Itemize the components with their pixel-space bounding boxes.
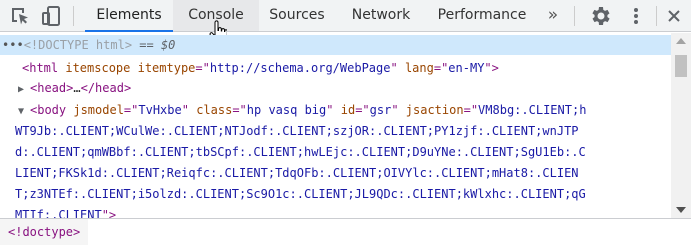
tag-name: <html [22, 61, 59, 75]
tag-close: </head> [80, 81, 132, 95]
attr-name: itemscope [58, 61, 131, 75]
jsaction-value-line: T;z3NTEf:.CLIENT;i5olzd:.CLIENT;Sc9O1c:.… [15, 187, 586, 201]
attr-eq: =" [433, 61, 449, 75]
tab-label: Elements [96, 7, 162, 23]
tab-network[interactable]: Network [335, 0, 427, 31]
tab-label: Sources [269, 7, 325, 23]
tree-node-body[interactable]: ▼ <body jsmodel="TvHxbe" class="hp vasq b… [18, 100, 586, 120]
attr-eq: =" [123, 103, 139, 117]
attr-value: hp vasq big [246, 103, 327, 117]
tree-node-html[interactable]: <html itemscope itemtype="http://schema.… [22, 58, 499, 78]
close-icon[interactable] [662, 4, 686, 28]
kebab-menu-icon[interactable] [624, 4, 648, 28]
attr-name: jsmodel [66, 103, 124, 117]
attr-name: class [188, 103, 233, 117]
devtools-toolbar: Elements Console Sources Network Perform… [0, 0, 691, 32]
attr-name: lang [397, 61, 434, 75]
tag-name: <body [30, 103, 67, 117]
scrollbar-thumb[interactable] [675, 55, 687, 77]
tag-close: "> [484, 61, 499, 75]
elements-dom-tree: •••<!DOCTYPE html> == $0 <html itemscope… [0, 33, 671, 218]
doctype-text: <!DOCTYPE html> [23, 38, 133, 52]
device-toggle-icon[interactable] [39, 4, 63, 28]
attr-name: itemtype [130, 61, 196, 75]
gear-icon[interactable] [589, 4, 613, 28]
attr-value: gsr [369, 103, 392, 117]
inspect-element-icon[interactable] [8, 4, 32, 28]
scroll-up-arrow-icon[interactable] [676, 38, 686, 44]
console-ref-badge: == $0 [132, 38, 176, 52]
breadcrumb-item-doctype[interactable]: <!doctype> [0, 219, 89, 245]
tab-performance[interactable]: Performance [427, 0, 537, 31]
jsaction-value-last-line: MTIf:.CLIENT"> [15, 205, 116, 218]
attr-eq: =" [355, 103, 370, 117]
attr-value: VM8bg:.CLIENT;h [478, 103, 587, 117]
collapse-arrow-icon[interactable]: ▼ [18, 102, 30, 122]
attr-quote: " [181, 103, 189, 117]
attr-name: jsaction [398, 103, 464, 117]
tree-node-head[interactable]: ▶ <head>…</head> [18, 78, 131, 98]
attr-value: en-MY [448, 61, 485, 75]
tag-name: <head> [30, 81, 74, 95]
active-tab-indicator [85, 30, 173, 32]
expand-arrow-icon[interactable]: ▶ [18, 80, 30, 100]
more-tabs-chevron-icon[interactable]: » [538, 0, 568, 31]
attr-quote: " [391, 103, 399, 117]
tab-sources[interactable]: Sources [259, 0, 335, 31]
attr-value: MTIf:.CLIENT [15, 208, 102, 218]
attr-name: id [333, 103, 356, 117]
attr-eq: =" [463, 103, 479, 117]
tab-label: Performance [437, 7, 527, 23]
attr-quote: " [390, 61, 398, 75]
attr-value: TvHxbe [138, 103, 182, 117]
tag-close: "> [101, 208, 117, 218]
tree-node-doctype[interactable]: •••<!DOCTYPE html> == $0 [2, 35, 175, 55]
tab-label: Network [351, 7, 411, 23]
toolbar-divider [574, 6, 575, 26]
tab-elements[interactable]: Elements [85, 0, 173, 32]
collapsed-ellipsis[interactable]: … [73, 81, 80, 95]
toolbar-divider [73, 6, 74, 26]
jsaction-value-line: LIENT;FKSk1d:.CLIENT;Reiqfc:.CLIENT;TdqO… [15, 166, 579, 180]
breadcrumb: <!doctype> [0, 218, 691, 245]
node-actions-dots-icon[interactable]: ••• [2, 38, 24, 52]
toolbar-divider [656, 6, 657, 26]
attr-eq: =" [232, 103, 247, 117]
attr-eq: =" [195, 61, 210, 75]
jsaction-value-line: WT9Jb:.CLIENT;WCulWe:.CLIENT;NTJodf:.CLI… [15, 124, 579, 138]
attr-value: http://schema.org/WebPage [209, 61, 391, 75]
scroll-down-arrow-icon[interactable] [676, 207, 686, 213]
jsaction-value-line: d:.CLIENT;qmWBbf:.CLIENT;tbSCpf:.CLIENT;… [15, 145, 586, 159]
attr-quote: " [326, 103, 334, 117]
